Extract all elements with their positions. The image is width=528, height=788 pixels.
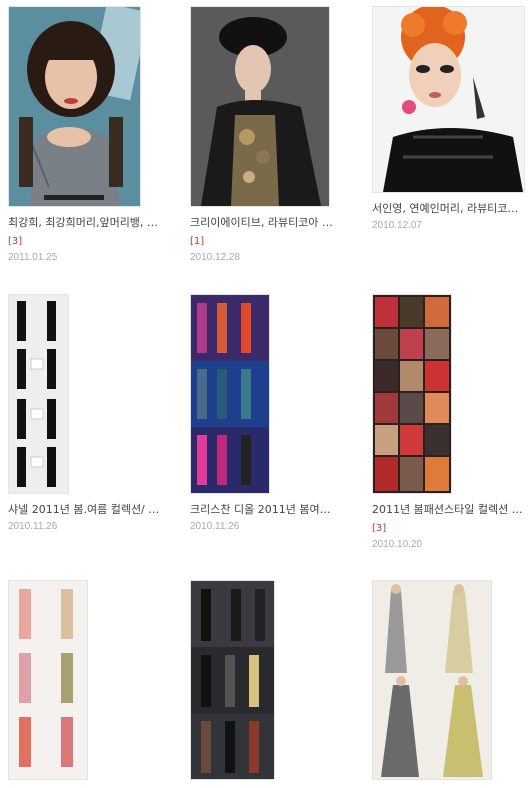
post-date: 2010.10.20 [372,539,423,550]
portrait-image [9,7,140,206]
post-title[interactable]: 최강희, 최강희머리,앞머리뱅, … [3] [8,214,160,251]
accessories-collage-image [373,295,451,493]
post-title[interactable]: 2011년 봄패션스타일 컬렉션 … [3] [372,501,524,538]
comment-count[interactable]: [3] [8,236,22,247]
post-card [8,580,160,787]
post-card [372,580,524,787]
runway-collage-image [373,581,491,779]
post-card: 크리이에이티브, 라뷰티코아 … [1] 2010.12.28 [190,6,342,263]
post-date: 2011.01.25 [8,252,58,263]
post-title[interactable]: 크리스찬 디올 2011년 봄여… [190,501,342,520]
post-thumbnail[interactable] [8,294,69,494]
post-card [190,580,342,787]
runway-collage-image [191,295,269,493]
post-title[interactable]: 서인영, 연예인머리, 라뷰티코… [372,200,524,219]
post-thumbnail[interactable] [372,6,525,193]
post-thumbnail[interactable] [190,294,270,494]
runway-collage-image [191,581,274,779]
post-date: 2010.12.28 [190,252,241,263]
runway-collage-image [9,295,68,493]
post-date: 2010.12.07 [372,220,423,231]
post-thumbnail[interactable] [8,6,141,207]
post-date: 2010.11.26 [8,521,58,532]
portrait-image [373,7,524,192]
post-card: 최강희, 최강희머리,앞머리뱅, … [3] 2011.01.25 [8,6,160,263]
post-card: 서인영, 연예인머리, 라뷰티코… 2010.12.07 [372,6,525,231]
post-title[interactable]: 크리이에이티브, 라뷰티코아 … [1] [190,214,342,251]
post-card: 2011년 봄패션스타일 컬렉션 … [3] 2010.10.20 [372,294,524,550]
post-thumbnail[interactable] [190,580,275,780]
post-thumbnail[interactable] [190,6,330,207]
post-card: 샤넬 2011년 봄.여름 컬렉션/ … 2010.11.26 [8,294,160,532]
post-thumbnail[interactable] [372,294,452,494]
portrait-image [191,7,329,206]
comment-count[interactable]: [1] [190,236,204,247]
comment-count[interactable]: [3] [372,523,386,534]
runway-collage-image [9,581,87,779]
post-date: 2010.11.26 [190,521,240,532]
post-card: 크리스찬 디올 2011년 봄여… 2010.11.26 [190,294,342,532]
post-thumbnail[interactable] [372,580,492,780]
post-title[interactable]: 샤넬 2011년 봄.여름 컬렉션/ … [8,501,160,520]
post-thumbnail[interactable] [8,580,88,780]
